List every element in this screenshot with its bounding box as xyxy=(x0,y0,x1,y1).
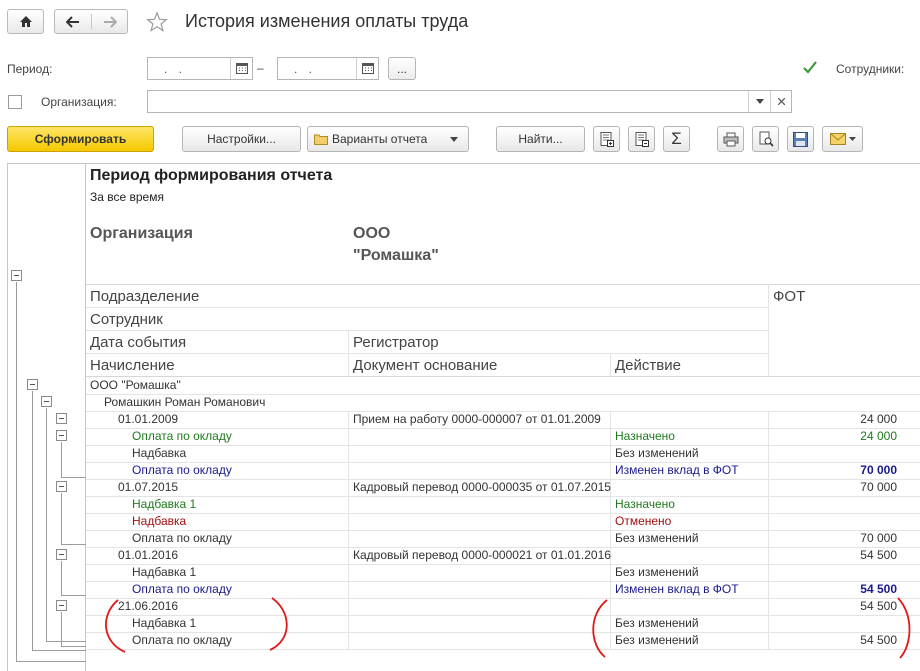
annotation-bracket xyxy=(105,599,126,653)
annotation-bracket xyxy=(592,599,608,658)
annotation-bracket xyxy=(897,597,911,659)
annotation-bracket xyxy=(269,597,288,651)
annotation-marks xyxy=(105,597,911,659)
